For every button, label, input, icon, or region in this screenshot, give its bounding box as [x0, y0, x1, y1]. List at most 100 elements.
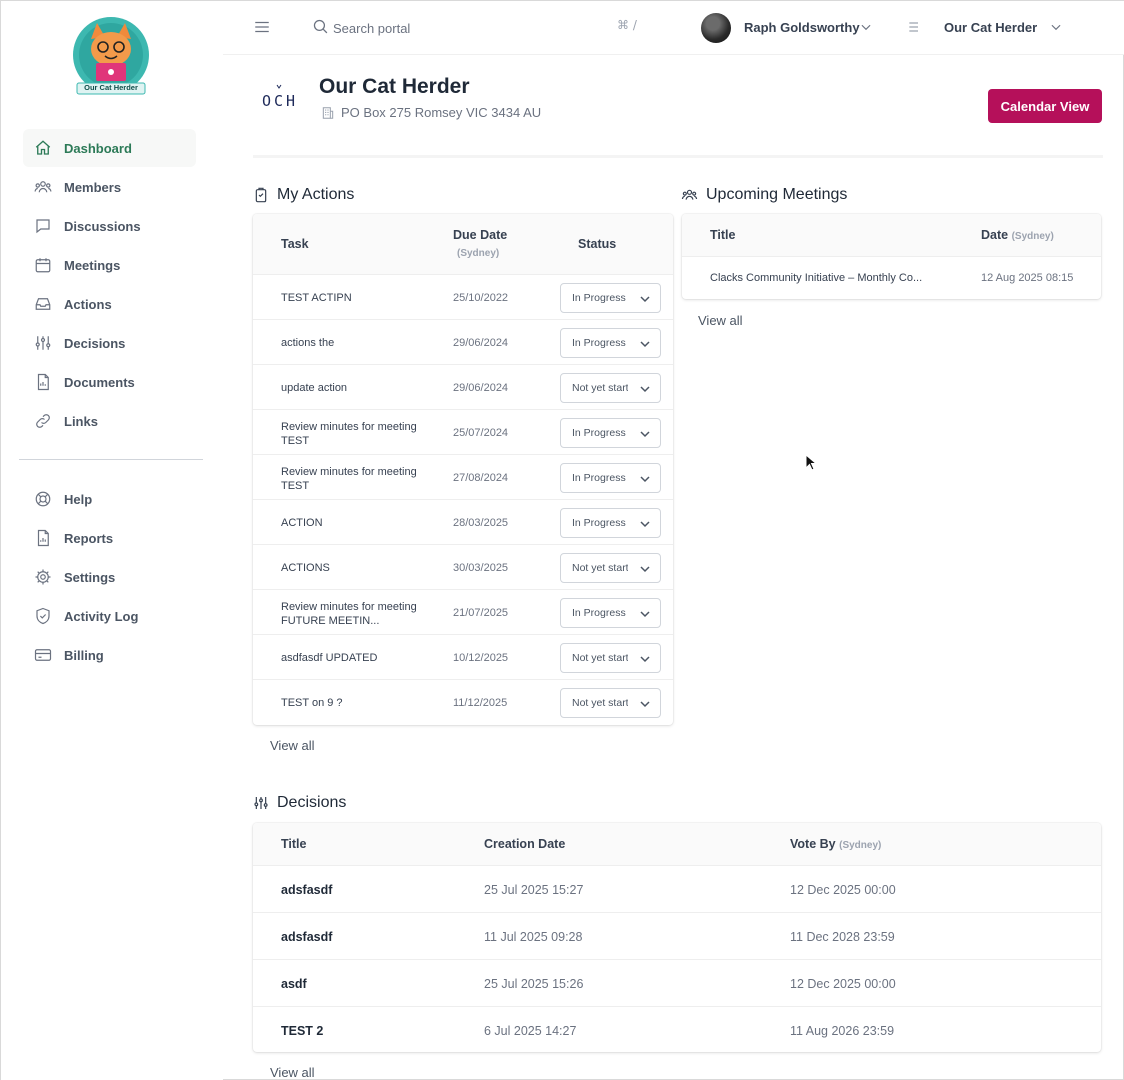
task-title[interactable]: Review minutes for meeting TEST	[281, 420, 431, 448]
status-select[interactable]: In Progress	[560, 328, 661, 358]
table-row[interactable]: Clacks Community Initiative – Monthly Co…	[682, 256, 1101, 299]
calendar-icon	[33, 255, 53, 275]
table-row[interactable]: TEST on 9 ? 11/12/2025 Not yet started	[253, 679, 673, 725]
org-switcher-name[interactable]: Our Cat Herder	[944, 20, 1037, 35]
meeting-date: 12 Aug 2025 08:15	[981, 272, 1074, 284]
task-title[interactable]: actions the	[281, 337, 334, 349]
status-select[interactable]: In Progress	[560, 283, 661, 313]
chevron-down-icon[interactable]	[859, 20, 873, 39]
section-title: Upcoming Meetings	[706, 186, 848, 203]
column-header-title[interactable]: Title	[710, 228, 735, 242]
sidebar-item-links[interactable]: Links	[23, 402, 196, 440]
sliders-icon	[254, 797, 268, 809]
decision-vote-by: 11 Dec 2028 23:59	[790, 930, 895, 944]
sidebar-item-activity-log[interactable]: Activity Log	[23, 597, 196, 635]
decision-title[interactable]: asdf	[281, 977, 307, 991]
calendar-view-button[interactable]: Calendar View	[988, 89, 1102, 123]
sidebar-item-decisions[interactable]: Decisions	[23, 324, 196, 362]
header-divider	[253, 155, 1103, 158]
column-header-task[interactable]: Task	[281, 237, 309, 251]
sidebar-item-meetings[interactable]: Meetings	[23, 246, 196, 284]
actions-view-all-link[interactable]: View all	[270, 738, 315, 753]
table-row[interactable]: asdf 25 Jul 2025 15:26 12 Dec 2025 00:00	[253, 959, 1101, 1006]
avatar[interactable]	[701, 13, 731, 43]
table-row[interactable]: TEST ACTIPN 25/10/2022 In Progress	[253, 274, 673, 319]
column-header-title[interactable]: Title	[281, 837, 306, 851]
task-title[interactable]: ACTIONS	[281, 562, 330, 574]
decision-title[interactable]: adsfasdf	[281, 930, 332, 944]
table-row[interactable]: Review minutes for meeting TEST 25/07/20…	[253, 409, 673, 454]
sidebar-item-members[interactable]: Members	[23, 168, 196, 206]
sidebar-item-label: Documents	[64, 374, 135, 390]
chevron-down-icon	[640, 521, 650, 528]
sidebar-item-documents[interactable]: Documents	[23, 363, 196, 401]
sidebar-item-label: Members	[64, 179, 122, 195]
table-header	[253, 823, 1101, 865]
decision-created: 6 Jul 2025 14:27	[484, 1024, 577, 1038]
task-title[interactable]: Review minutes for meeting FUTURE MEETIN…	[281, 600, 431, 628]
status-select[interactable]: Not yet started	[560, 373, 661, 403]
table-row[interactable]: adsfasdf 25 Jul 2025 15:27 12 Dec 2025 0…	[253, 865, 1101, 912]
task-title[interactable]: asdfasdf UPDATED	[281, 652, 377, 664]
task-due-date: 10/12/2025	[453, 652, 509, 664]
sidebar-item-dashboard[interactable]: Dashboard	[23, 129, 196, 167]
task-due-date: 27/08/2024	[453, 472, 509, 484]
table-row[interactable]: Review minutes for meeting TEST 27/08/20…	[253, 454, 673, 499]
section-title: Decisions	[277, 794, 347, 811]
chevron-down-icon	[640, 476, 650, 483]
column-header-status[interactable]: Status	[578, 237, 616, 251]
sidebar-item-billing[interactable]: Billing	[23, 636, 196, 674]
inbox-icon	[33, 294, 53, 314]
sidebar-item-help[interactable]: Help	[23, 480, 196, 518]
home-icon	[33, 138, 53, 158]
sidebar-item-label: Dashboard	[64, 140, 132, 156]
task-title[interactable]: TEST on 9 ?	[281, 697, 343, 709]
status-select[interactable]: In Progress	[560, 463, 661, 493]
sidebar-item-reports[interactable]: Reports	[23, 519, 196, 557]
task-title[interactable]: Review minutes for meeting TEST	[281, 465, 431, 493]
status-select[interactable]: Not yet started	[560, 553, 661, 583]
table-row[interactable]: ACTIONS 30/03/2025 Not yet started	[253, 544, 673, 589]
address-text: PO Box 275 Romsey VIC 3434 AU	[341, 105, 542, 120]
table-row[interactable]: asdfasdf UPDATED 10/12/2025 Not yet star…	[253, 634, 673, 679]
table-row[interactable]: adsfasdf 11 Jul 2025 09:28 11 Dec 2028 2…	[253, 912, 1101, 959]
chevron-down-icon[interactable]	[1049, 20, 1063, 39]
sidebar-item-settings[interactable]: Settings	[23, 558, 196, 596]
column-header-creation-date[interactable]: Creation Date	[484, 837, 565, 851]
search-input[interactable]	[333, 16, 593, 40]
column-header-date-label: Date	[981, 228, 1009, 242]
column-header-vote-by[interactable]: Vote By (Sydney)	[790, 837, 881, 851]
decisions-view-all-link[interactable]: View all	[270, 1065, 315, 1080]
decision-title[interactable]: TEST 2	[281, 1024, 323, 1038]
task-due-date: 28/03/2025	[453, 517, 509, 529]
sidebar-item-discussions[interactable]: Discussions	[23, 207, 196, 245]
table-row[interactable]: TEST 2 6 Jul 2025 14:27 11 Aug 2026 23:5…	[253, 1006, 1101, 1052]
menu-icon[interactable]	[253, 18, 275, 38]
status-select[interactable]: In Progress	[560, 508, 661, 538]
user-menu-name[interactable]: Raph Goldsworthy	[744, 20, 860, 35]
status-select[interactable]: In Progress	[560, 418, 661, 448]
table-row[interactable]: actions the 29/06/2024 In Progress	[253, 319, 673, 364]
sidebar-item-actions[interactable]: Actions	[23, 285, 196, 323]
task-title[interactable]: TEST ACTIPN	[281, 292, 352, 304]
column-header-due-date[interactable]: Due Date	[453, 228, 507, 242]
meetings-view-all-link[interactable]: View all	[698, 313, 743, 328]
status-select[interactable]: In Progress	[560, 598, 661, 628]
org-logo[interactable]: Our Cat Herder	[69, 17, 153, 97]
column-header-date[interactable]: Date (Sydney)	[981, 228, 1054, 242]
search-icon	[312, 18, 329, 40]
table-row[interactable]: update action 29/06/2024 Not yet started	[253, 364, 673, 409]
status-select[interactable]: Not yet started	[560, 643, 661, 673]
task-title[interactable]: update action	[281, 382, 347, 394]
table-row[interactable]: Review minutes for meeting FUTURE MEETIN…	[253, 589, 673, 634]
status-select[interactable]: Not yet started	[560, 688, 661, 718]
table-row[interactable]: ACTION 28/03/2025 In Progress	[253, 499, 673, 544]
sidebar-item-label: Reports	[64, 530, 114, 546]
status-value: In Progress	[572, 472, 626, 484]
decision-title[interactable]: adsfasdf	[281, 883, 332, 897]
task-title[interactable]: ACTION	[281, 517, 323, 529]
meeting-title[interactable]: Clacks Community Initiative – Monthly Co…	[710, 272, 922, 284]
app-window: Our Cat Herder Dashboard Members Discuss…	[0, 0, 1124, 1080]
task-due-date: 25/10/2022	[453, 292, 509, 304]
decision-created: 25 Jul 2025 15:26	[484, 977, 584, 991]
